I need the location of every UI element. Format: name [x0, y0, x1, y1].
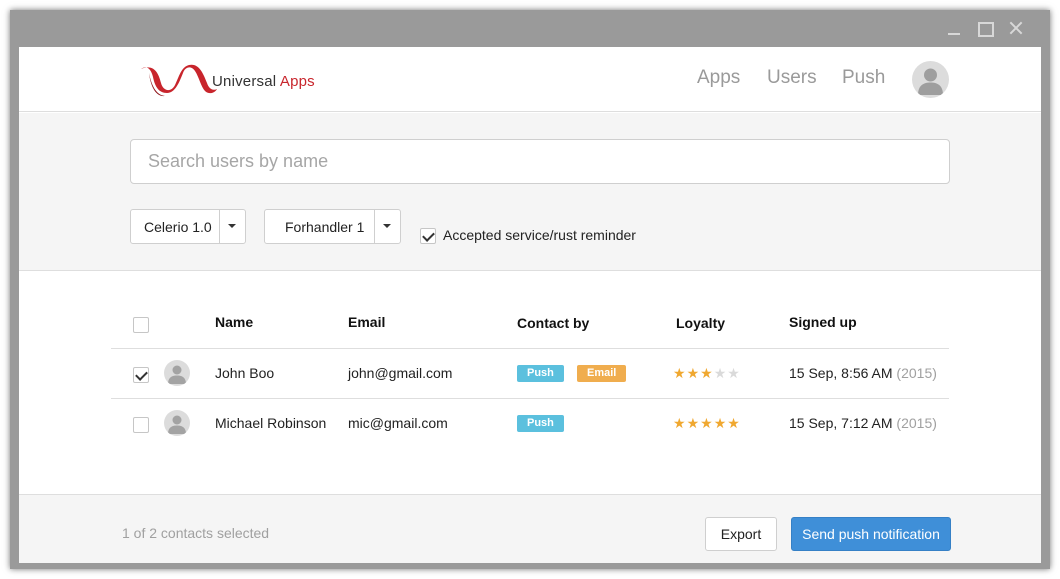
selection-count: 1 of 2 contacts selected	[122, 525, 270, 541]
action-footer: 1 of 2 contacts selected Export Send pus…	[19, 494, 1041, 563]
nav-users[interactable]: Users	[767, 67, 817, 89]
star-icon: ★	[686, 415, 701, 431]
caret-down-icon	[383, 224, 391, 228]
dealer-select-toggle[interactable]	[374, 210, 400, 243]
nav-apps[interactable]: Apps	[697, 67, 740, 89]
contact-avatar-icon	[164, 410, 190, 436]
brand-word-apps: Apps	[279, 73, 315, 90]
export-button[interactable]: Export	[705, 517, 777, 551]
minimize-icon[interactable]	[946, 20, 962, 36]
search-input[interactable]	[130, 139, 950, 184]
signed-up-date: 15 Sep, 8:56 AM (2015)	[789, 365, 937, 381]
brand-word-universal: Universal	[212, 73, 277, 90]
header-divider	[111, 348, 949, 349]
app-window: Universal Apps Apps Users Push Celerio 1…	[10, 10, 1050, 569]
contact-email: mic@gmail.com	[348, 415, 448, 431]
accepted-reminder-checkbox[interactable]	[420, 228, 436, 244]
star-icon: ★	[713, 415, 728, 431]
loyalty-rating: ★★★★★	[673, 365, 741, 382]
star-empty-icon: ★	[713, 365, 728, 381]
star-icon: ★	[673, 365, 687, 381]
dealer-select[interactable]: Forhandler 1	[264, 209, 401, 244]
column-header-email[interactable]: Email	[348, 314, 385, 330]
column-header-loyalty[interactable]: Loyalty	[676, 315, 725, 331]
maximize-icon[interactable]	[976, 20, 994, 37]
model-select-toggle[interactable]	[219, 210, 245, 243]
top-header: Universal Apps Apps Users Push	[19, 47, 1041, 112]
user-avatar-icon[interactable]	[912, 61, 949, 98]
star-icon: ★	[673, 415, 687, 431]
app-content: Universal Apps Apps Users Push Celerio 1…	[19, 47, 1041, 563]
star-icon: ★	[686, 365, 701, 381]
accepted-reminder-label: Accepted service/rust reminder	[443, 227, 636, 243]
dealer-select-value: Forhandler 1	[285, 219, 365, 235]
model-select-value: Celerio 1.0	[144, 219, 212, 235]
row-checkbox[interactable]	[133, 417, 149, 433]
brand-name: Universal Apps	[212, 73, 315, 90]
signed-up-time: 15 Sep, 7:12 AM	[789, 415, 893, 431]
signed-up-year: (2015)	[896, 365, 937, 381]
close-icon[interactable]	[1008, 20, 1024, 36]
contact-email: john@gmail.com	[348, 365, 453, 381]
column-header-name[interactable]: Name	[215, 314, 253, 330]
contact-name: John Boo	[215, 365, 275, 381]
star-icon: ★	[700, 365, 714, 381]
star-empty-icon: ★	[727, 365, 741, 381]
column-header-contact[interactable]: Contact by	[517, 315, 589, 331]
brand-logo[interactable]: Universal Apps	[139, 63, 329, 99]
signed-up-date: 15 Sep, 7:12 AM (2015)	[789, 415, 937, 431]
contact-badge-email: Email	[577, 365, 627, 382]
contacts-table: Name Email Contact by Loyalty Signed up …	[19, 272, 1041, 494]
contact-avatar-icon	[164, 360, 190, 386]
contact-badge-push: Push	[517, 365, 564, 382]
filter-panel: Celerio 1.0 Forhandler 1 Accepted servic…	[19, 113, 1041, 271]
select-all-checkbox[interactable]	[133, 317, 149, 333]
loyalty-rating: ★★★★★	[673, 415, 741, 432]
contact-name: Michael Robinson	[215, 415, 327, 431]
star-icon: ★	[727, 415, 741, 431]
send-push-notification-button[interactable]: Send push notification	[791, 517, 951, 551]
signed-up-year: (2015)	[896, 415, 937, 431]
signed-up-time: 15 Sep, 8:56 AM	[789, 365, 893, 381]
caret-down-icon	[228, 224, 236, 228]
column-header-signed-up[interactable]: Signed up	[789, 314, 857, 330]
row-divider	[111, 398, 949, 399]
title-bar[interactable]	[10, 10, 1050, 47]
row-checkbox[interactable]	[133, 367, 149, 383]
star-icon: ★	[700, 415, 714, 431]
model-select[interactable]: Celerio 1.0	[130, 209, 246, 244]
universal-apps-logo-icon	[141, 64, 217, 97]
nav-push[interactable]: Push	[842, 67, 885, 89]
contact-badge-push: Push	[517, 415, 564, 432]
